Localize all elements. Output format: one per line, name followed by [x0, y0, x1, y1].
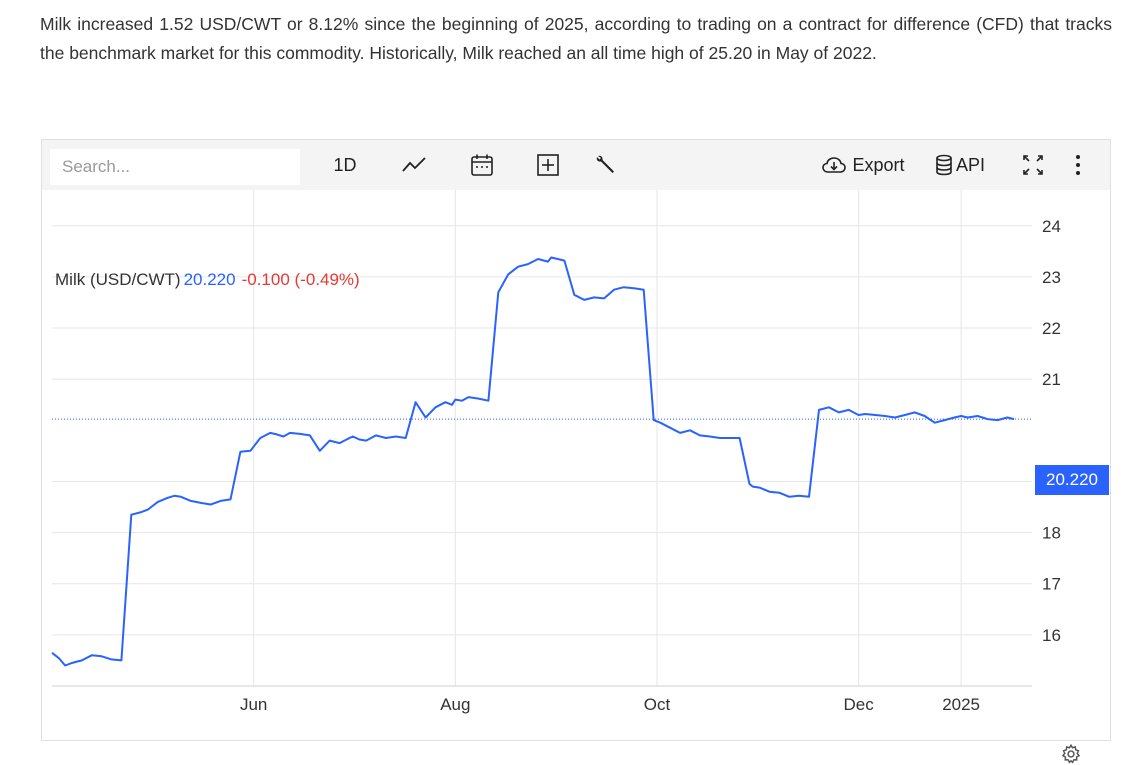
y-tick-label: 21 [1042, 370, 1061, 389]
y-tick-label: 23 [1042, 268, 1061, 287]
wrench-icon [596, 155, 614, 173]
api-label: API [955, 154, 985, 175]
y-tick-label: 18 [1042, 524, 1061, 543]
y-tick-label: 16 [1042, 626, 1061, 645]
chart-toolbar: 1D [42, 140, 1110, 190]
gear-icon[interactable] [1060, 743, 1082, 765]
series-line [51, 256, 1015, 667]
x-tick-label: Aug [440, 695, 470, 714]
add-indicator-button[interactable] [530, 150, 566, 180]
export-label: Export [852, 154, 905, 175]
series-legend: Milk (USD/CWT) 20.220 -0.100 (-0.49%) [55, 270, 360, 290]
interval-label: 1D [333, 154, 357, 175]
x-tick-label: Oct [644, 695, 671, 714]
more-options-button[interactable] [1064, 150, 1092, 180]
intro-paragraph: Milk increased 1.52 USD/CWT or 8.12% sin… [40, 14, 1112, 63]
chart-area: 2423222119181716JunAugOctDec2025 Milk (U… [42, 190, 1110, 764]
legend-change: -0.100 (-0.49%) [241, 270, 360, 289]
calendar-icon [471, 154, 493, 176]
y-tick-label: 17 [1042, 575, 1061, 594]
chart-type-button[interactable] [394, 150, 434, 180]
x-tick-label: Jun [240, 695, 267, 714]
legend-price: 20.220 [183, 270, 236, 289]
y-tick-label: 24 [1042, 217, 1061, 236]
export-button[interactable]: Export [818, 150, 908, 180]
fullscreen-icon [1023, 155, 1043, 175]
current-price-tag: 20.220 [1035, 465, 1109, 495]
interval-button[interactable]: 1D [325, 150, 365, 180]
search-input[interactable] [50, 149, 300, 185]
y-tick-label: 22 [1042, 319, 1061, 338]
date-range-button[interactable] [464, 150, 500, 180]
more-vertical-icon [1076, 155, 1080, 175]
database-icon [936, 154, 952, 176]
x-tick-label: Dec [844, 695, 875, 714]
chart-widget: 1D [41, 139, 1111, 764]
x-tick-label: 2025 [942, 695, 980, 714]
settings-wrench-button[interactable] [588, 150, 624, 180]
line-chart-icon [402, 157, 426, 172]
fullscreen-button[interactable] [1015, 150, 1051, 180]
cloud-download-icon [822, 157, 847, 173]
api-button[interactable]: API [930, 150, 990, 180]
legend-series-name: Milk (USD/CWT) [55, 270, 181, 289]
add-indicator-icon [537, 154, 559, 176]
